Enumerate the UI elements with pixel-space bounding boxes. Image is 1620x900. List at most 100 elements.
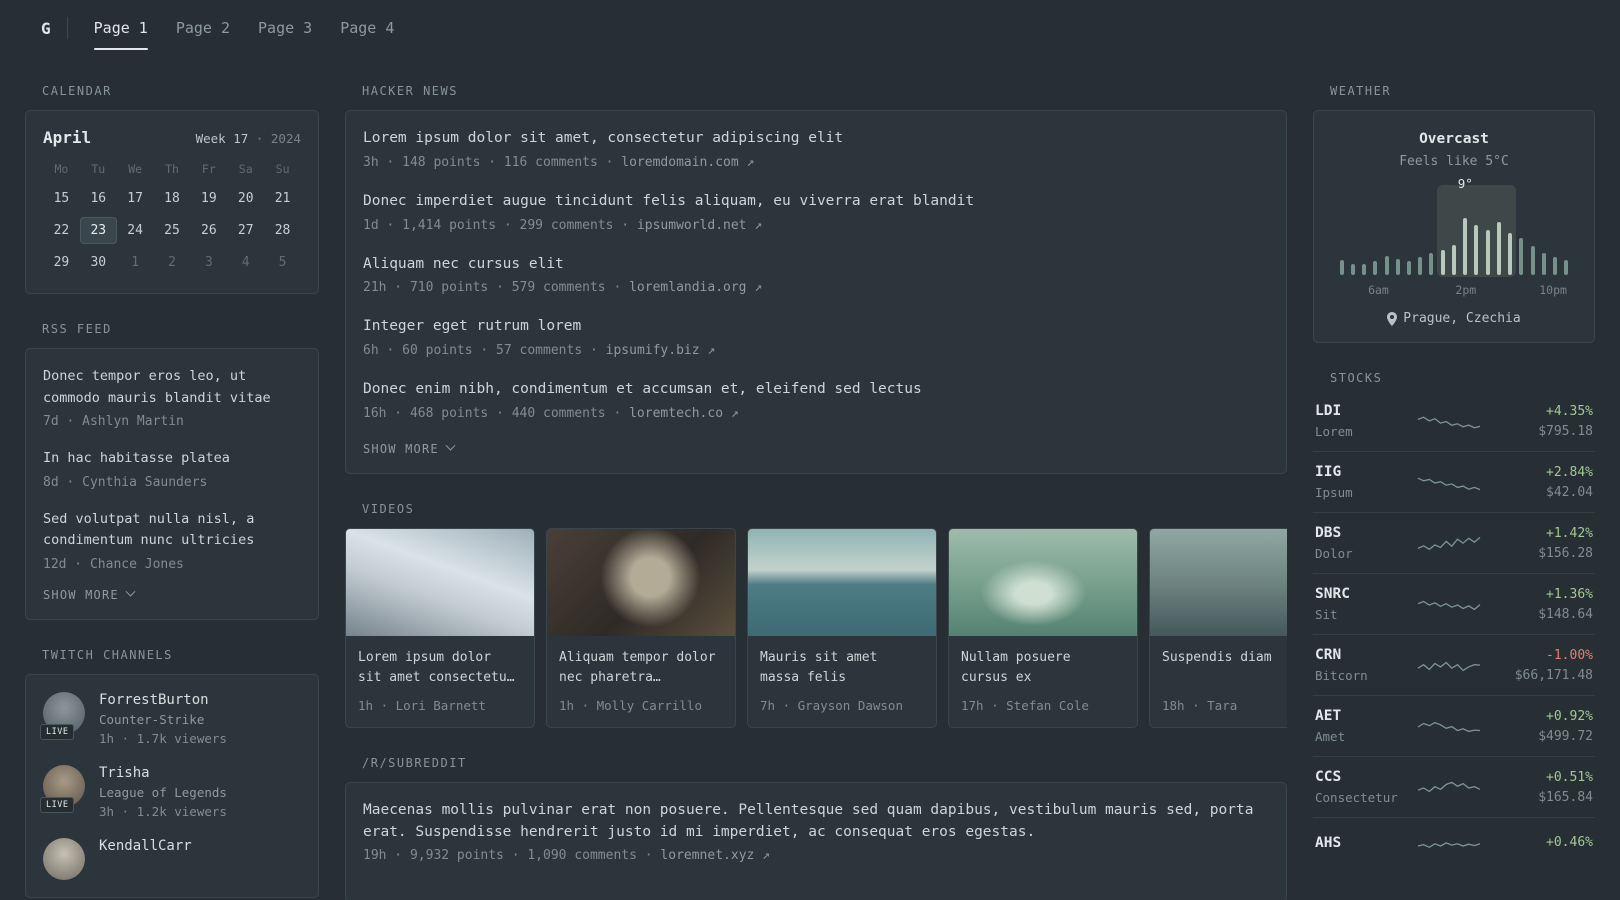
stock-symbol: AET	[1315, 708, 1342, 724]
stock-row-ahs[interactable]: AHS +0.46%	[1313, 817, 1595, 872]
nav-tab-page-2[interactable]: Page 2	[162, 0, 244, 56]
hackernews-item-title[interactable]: Donec enim nibh, condimentum et accumsan…	[363, 379, 1269, 401]
stock-change: -1.00%	[1546, 647, 1593, 663]
rss-item-title[interactable]: Sed volutpat nulla nisl, a condimentum n…	[43, 509, 301, 552]
video-meta: 7h · Grayson Dawson	[760, 697, 903, 713]
calendar-day: 29	[53, 255, 70, 270]
hackernews-item-domain-link[interactable]: loremtech.co ↗	[629, 406, 739, 421]
stock-id: CRN Bitcorn	[1315, 647, 1401, 683]
video-card[interactable]: Lorem ipsum dolor sit amet consectetu… 1h…	[345, 527, 535, 728]
stock-sparkline	[1417, 416, 1481, 429]
stock-price: $499.72	[1538, 728, 1593, 744]
weather-bar	[1373, 260, 1378, 275]
weather-hourly-chart: 9°	[1336, 176, 1572, 277]
hackernews-item-domain-link[interactable]: ipsumworld.net ↗	[637, 218, 762, 233]
hackernews-widget: HACKER NEWS Lorem ipsum dolor sit amet, …	[345, 84, 1287, 474]
subreddit-card: Maecenas mollis pulvinar erat non posuer…	[345, 781, 1287, 900]
twitch-channel-info: Trisha League of Legends 3h · 1.2k viewers	[99, 765, 227, 819]
hackernews-item-title[interactable]: Integer eget rutrum lorem	[363, 316, 1269, 338]
stock-values: -1.00% $66,171.48	[1497, 648, 1593, 683]
hackernews-item: Donec enim nibh, condimentum et accumsan…	[363, 379, 1269, 421]
stock-row-aet[interactable]: AET Amet +0.92% $499.72	[1313, 695, 1595, 756]
calendar-widget: CALENDAR April Week 17 · 2024 Mo Tu We Th Fr…	[25, 84, 319, 294]
stock-row-snrc[interactable]: SNRC Sit +1.36% $148.64	[1313, 573, 1595, 634]
rss-item-title[interactable]: In hac habitasse platea	[43, 448, 301, 470]
stocks-list: LDI Lorem +4.35% $795.18 IIG Ipsum +2.84% $42.0…	[1313, 397, 1595, 872]
twitch-widget: TWITCH CHANNELS LIVE ForrestBurton Counter…	[25, 648, 319, 898]
weather-time-labels: 6am 2pm 10pm	[1336, 283, 1572, 298]
twitch-channel-row[interactable]: KendallCarr	[43, 837, 301, 880]
chevron-down-icon	[125, 587, 136, 598]
stock-values: +4.35% $795.18	[1497, 404, 1593, 439]
calendar-day: 4	[241, 255, 250, 270]
twitch-avatar	[43, 837, 85, 880]
video-card[interactable]: Aliquam tempor dolor nec pharetra… 1h · M…	[546, 527, 736, 728]
twitch-channel-name: KendallCarr	[99, 837, 192, 854]
rss-item-meta: 7d · Ashlyn Martin	[43, 414, 184, 430]
rss-widget-title: RSS FEED	[42, 322, 112, 336]
nav-tab-page-4[interactable]: Page 4	[326, 0, 408, 56]
weather-bar-slot	[1426, 191, 1437, 275]
stock-sparkline	[1417, 661, 1481, 672]
twitch-channel-row[interactable]: LIVE Trisha League of Legends 3h · 1.2k vie…	[40, 764, 301, 819]
hackernews-item-title[interactable]: Lorem ipsum dolor sit amet, consectetur …	[363, 128, 1269, 150]
video-meta: 1h · Lori Barnett	[358, 697, 486, 713]
nav-tab-page-1[interactable]: Page 1	[80, 0, 162, 56]
rss-item-title[interactable]: Donec tempor eros leo, ut commodo mauris…	[43, 366, 301, 409]
stock-name: Lorem	[1315, 424, 1353, 439]
twitch-channel-game: League of Legends	[99, 784, 227, 800]
hackernews-item-title[interactable]: Aliquam nec cursus elit	[363, 254, 1269, 276]
calendar-day-header: We	[128, 162, 143, 176]
stock-row-ccs[interactable]: CCS Consectetur +0.51% $165.84	[1313, 756, 1595, 817]
stock-row-iig[interactable]: IIG Ipsum +2.84% $42.04	[1313, 451, 1595, 512]
hackernews-item-domain-link[interactable]: loremdomain.com ↗	[621, 155, 754, 170]
stock-symbol: CRN	[1315, 647, 1342, 663]
video-card[interactable]: Suspendis diam 18h · Tara	[1149, 527, 1287, 728]
stock-name: Bitcorn	[1315, 668, 1368, 683]
calendar-year: 2024	[270, 131, 301, 146]
hackernews-item-domain-link[interactable]: loremlandia.org ↗	[629, 280, 762, 295]
stock-sparkline	[1417, 477, 1481, 491]
video-body: Aliquam tempor dolor nec pharetra… 1h · M…	[547, 636, 735, 727]
rss-show-more-button[interactable]: SHOW MORE	[43, 587, 301, 602]
hackernews-list: Lorem ipsum dolor sit amet, consectetur …	[363, 128, 1269, 421]
subreddit-item-title[interactable]: Maecenas mollis pulvinar erat non posuer…	[363, 800, 1269, 844]
stock-row-ldi[interactable]: LDI Lorem +4.35% $795.18	[1313, 397, 1595, 451]
nav-tab-page-3[interactable]: Page 3	[244, 0, 326, 56]
rss-item: In hac habitasse platea 8d · Cynthia Saun…	[43, 448, 301, 490]
calendar-day: 30	[90, 255, 107, 270]
weather-bar	[1530, 246, 1535, 275]
subreddit-list: Maecenas mollis pulvinar erat non posuer…	[363, 800, 1269, 864]
rss-list: Donec tempor eros leo, ut commodo mauris…	[43, 366, 301, 572]
video-card[interactable]: Nullam posuere cursus ex 17h · Stefan Col…	[948, 527, 1138, 728]
video-meta: 1h · Molly Carrillo	[559, 697, 702, 713]
weather-bar	[1407, 260, 1412, 275]
stock-price: $795.18	[1538, 423, 1593, 439]
calendar-day: 16	[90, 191, 107, 206]
weather-bar	[1519, 238, 1524, 275]
hackernews-item-domain-link[interactable]: ipsumify.biz ↗	[606, 343, 716, 358]
stock-spark-wrap	[1401, 589, 1497, 619]
stock-sparkline	[1417, 600, 1481, 611]
hackernews-show-more-button[interactable]: SHOW MORE	[363, 440, 1269, 456]
stock-values: +1.36% $148.64	[1497, 587, 1593, 622]
weather-current-temp: 9°	[1457, 176, 1473, 191]
hackernews-widget-title: HACKER NEWS	[362, 84, 458, 98]
weather-bar	[1429, 253, 1434, 275]
twitch-avatar: LIVE	[40, 764, 85, 813]
top-nav: G Page 1 Page 2 Page 3 Page 4	[25, 0, 1595, 56]
hackernews-item: Donec imperdiet augue tincidunt felis al…	[363, 191, 1269, 233]
nav-divider	[66, 17, 68, 39]
stock-symbol: LDI	[1315, 403, 1342, 419]
video-card[interactable]: Mauris sit amet massa felis 7h · Grayson …	[747, 527, 937, 728]
stock-row-crn[interactable]: CRN Bitcorn -1.00% $66,171.48	[1313, 634, 1595, 695]
video-title: Mauris sit amet massa felis	[760, 649, 878, 685]
weather-location-row: Prague, Czechia	[1330, 311, 1578, 326]
stock-row-dbs[interactable]: DBS Dolor +1.42% $156.28	[1313, 512, 1595, 573]
subreddit-item-domain-link[interactable]: loremnet.xyz ↗	[660, 848, 770, 863]
twitch-channel-row[interactable]: LIVE ForrestBurton Counter-Strike 1h · 1.7k…	[40, 691, 301, 746]
calendar-day-header: Fr	[201, 162, 216, 176]
stock-id: SNRC Sit	[1315, 586, 1401, 622]
hackernews-item-title[interactable]: Donec imperdiet augue tincidunt felis al…	[363, 191, 1269, 213]
stock-values: +1.42% $156.28	[1497, 526, 1593, 561]
